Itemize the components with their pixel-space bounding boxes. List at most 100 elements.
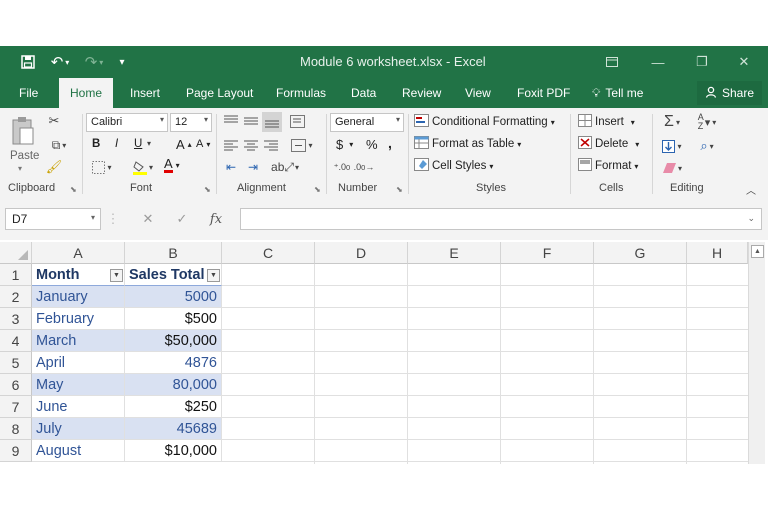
font-color-button[interactable]: A ▾: [164, 157, 180, 173]
filter-dropdown-icon[interactable]: ▼: [207, 269, 220, 282]
table-cell[interactable]: April: [32, 352, 125, 374]
align-top-icon[interactable]: [222, 112, 240, 130]
increase-font-button[interactable]: A ▴: [176, 137, 192, 152]
currency-button[interactable]: $ ▾: [336, 137, 353, 152]
expand-formula-bar-icon[interactable]: ⌄: [747, 213, 755, 224]
vertical-scrollbar[interactable]: ▲: [748, 242, 765, 464]
customize-toolbar-icon[interactable]: ▾: [114, 46, 130, 78]
number-launcher-icon[interactable]: ⬊: [396, 185, 403, 194]
table-cell[interactable]: $500: [125, 308, 222, 330]
align-right-icon[interactable]: [262, 136, 280, 154]
copy-icon[interactable]: ⧉ ▾: [46, 136, 72, 154]
row-header[interactable]: 8: [0, 418, 32, 440]
tab-page-layout[interactable]: Page Layout: [186, 78, 253, 108]
autosum-icon[interactable]: Σ ▾: [658, 112, 686, 132]
decrease-decimal-icon[interactable]: .0 0 →: [354, 158, 375, 176]
row-header[interactable]: 5: [0, 352, 32, 374]
tab-insert[interactable]: Insert: [130, 78, 160, 108]
column-header[interactable]: D: [315, 242, 408, 264]
align-middle-icon[interactable]: [242, 112, 260, 130]
table-cell[interactable]: February: [32, 308, 125, 330]
table-cell[interactable]: $10,000: [125, 440, 222, 462]
format-as-table-button[interactable]: Format as Table ▾: [414, 136, 521, 152]
row-header[interactable]: 2: [0, 286, 32, 308]
comma-style-button[interactable]: ,: [388, 135, 392, 151]
conditional-formatting-button[interactable]: Conditional Formatting ▾: [414, 114, 555, 130]
table-cell[interactable]: March: [32, 330, 125, 352]
merge-center-icon[interactable]: ▾: [288, 136, 316, 154]
table-cell[interactable]: June: [32, 396, 125, 418]
percent-button[interactable]: %: [366, 137, 378, 152]
cancel-formula-icon[interactable]: ✕: [136, 208, 160, 230]
tab-home[interactable]: Home: [59, 78, 114, 108]
column-header[interactable]: F: [501, 242, 594, 264]
enter-formula-icon[interactable]: ✓: [170, 208, 194, 230]
table-cell[interactable]: July: [32, 418, 125, 440]
tab-view[interactable]: View: [465, 78, 491, 108]
table-cell[interactable]: 45689: [125, 418, 222, 440]
save-icon[interactable]: [18, 46, 38, 78]
font-launcher-icon[interactable]: ⬊: [204, 185, 211, 194]
number-format-combo[interactable]: General ▾: [330, 113, 404, 132]
minimize-icon[interactable]: —: [636, 46, 680, 78]
borders-icon[interactable]: ▾: [90, 158, 114, 176]
font-name-combo[interactable]: Calibri ▾: [86, 113, 168, 132]
align-center-icon[interactable]: [242, 136, 260, 154]
clipboard-launcher-icon[interactable]: ⬊: [70, 185, 77, 194]
orientation-icon[interactable]: ab⤢ ▾: [270, 158, 300, 176]
table-cell[interactable]: January: [32, 286, 125, 308]
tab-data[interactable]: Data: [351, 78, 376, 108]
align-bottom-icon[interactable]: [262, 112, 282, 132]
column-header[interactable]: H: [687, 242, 748, 264]
cut-icon[interactable]: ✂: [46, 112, 62, 130]
insert-cells-button[interactable]: Insert ▾: [578, 114, 635, 130]
font-size-combo[interactable]: 12 ▾: [170, 113, 212, 132]
clear-icon[interactable]: ▾: [658, 158, 686, 178]
underline-dropdown-icon[interactable]: ▾: [147, 139, 151, 148]
align-left-icon[interactable]: [222, 136, 240, 154]
format-painter-icon[interactable]: 🖌︎: [46, 158, 63, 176]
row-header[interactable]: 9: [0, 440, 32, 462]
filter-dropdown-icon[interactable]: ▼: [110, 269, 123, 282]
paste-icon[interactable]: [8, 114, 38, 148]
fill-icon[interactable]: ▾: [658, 136, 686, 156]
delete-cells-button[interactable]: Delete ▾: [578, 136, 639, 152]
close-icon[interactable]: ✕: [722, 46, 766, 78]
collapse-ribbon-icon[interactable]: ︿: [746, 182, 756, 197]
paste-button[interactable]: Paste: [10, 150, 39, 162]
tab-foxit-pdf[interactable]: Foxit PDF: [517, 78, 570, 108]
ribbon-display-options-icon[interactable]: [590, 46, 634, 78]
worksheet-grid[interactable]: A B C D E F G H 1 2 3 4 5 6 7 8 9 Month …: [0, 242, 768, 464]
undo-icon[interactable]: ↶ ▾: [46, 46, 74, 78]
column-header[interactable]: A: [32, 242, 125, 264]
column-header[interactable]: C: [222, 242, 315, 264]
scroll-up-icon[interactable]: ▲: [751, 245, 764, 258]
name-box[interactable]: D7 ▾: [5, 208, 101, 230]
row-header[interactable]: 1: [0, 264, 32, 286]
decrease-font-button[interactable]: A ▾: [196, 138, 210, 150]
increase-indent-icon[interactable]: ⇥: [244, 158, 262, 176]
select-all-button[interactable]: [0, 242, 32, 264]
column-header[interactable]: E: [408, 242, 501, 264]
column-header[interactable]: G: [594, 242, 687, 264]
row-header[interactable]: 6: [0, 374, 32, 396]
italic-button[interactable]: I: [115, 138, 118, 150]
table-cell[interactable]: 80,000: [125, 374, 222, 396]
table-cell[interactable]: 4876: [125, 352, 222, 374]
insert-function-icon[interactable]: fx: [204, 208, 228, 230]
decrease-indent-icon[interactable]: ⇤: [222, 158, 240, 176]
share-button[interactable]: Share: [696, 81, 762, 105]
format-cells-button[interactable]: Format ▾: [578, 158, 638, 174]
increase-decimal-icon[interactable]: ⁺.0 0: [332, 158, 352, 176]
sort-filter-icon[interactable]: A Z ▾ ▾: [692, 112, 722, 132]
bold-button[interactable]: B: [92, 138, 100, 150]
wrap-text-icon[interactable]: [288, 112, 306, 130]
paste-dropdown-icon[interactable]: ▾: [18, 164, 22, 173]
alignment-launcher-icon[interactable]: ⬊: [314, 185, 321, 194]
column-header[interactable]: B: [125, 242, 222, 264]
restore-icon[interactable]: ❐: [680, 46, 724, 78]
row-header[interactable]: 4: [0, 330, 32, 352]
underline-button[interactable]: U: [134, 138, 142, 150]
table-cell[interactable]: May: [32, 374, 125, 396]
row-header[interactable]: 3: [0, 308, 32, 330]
